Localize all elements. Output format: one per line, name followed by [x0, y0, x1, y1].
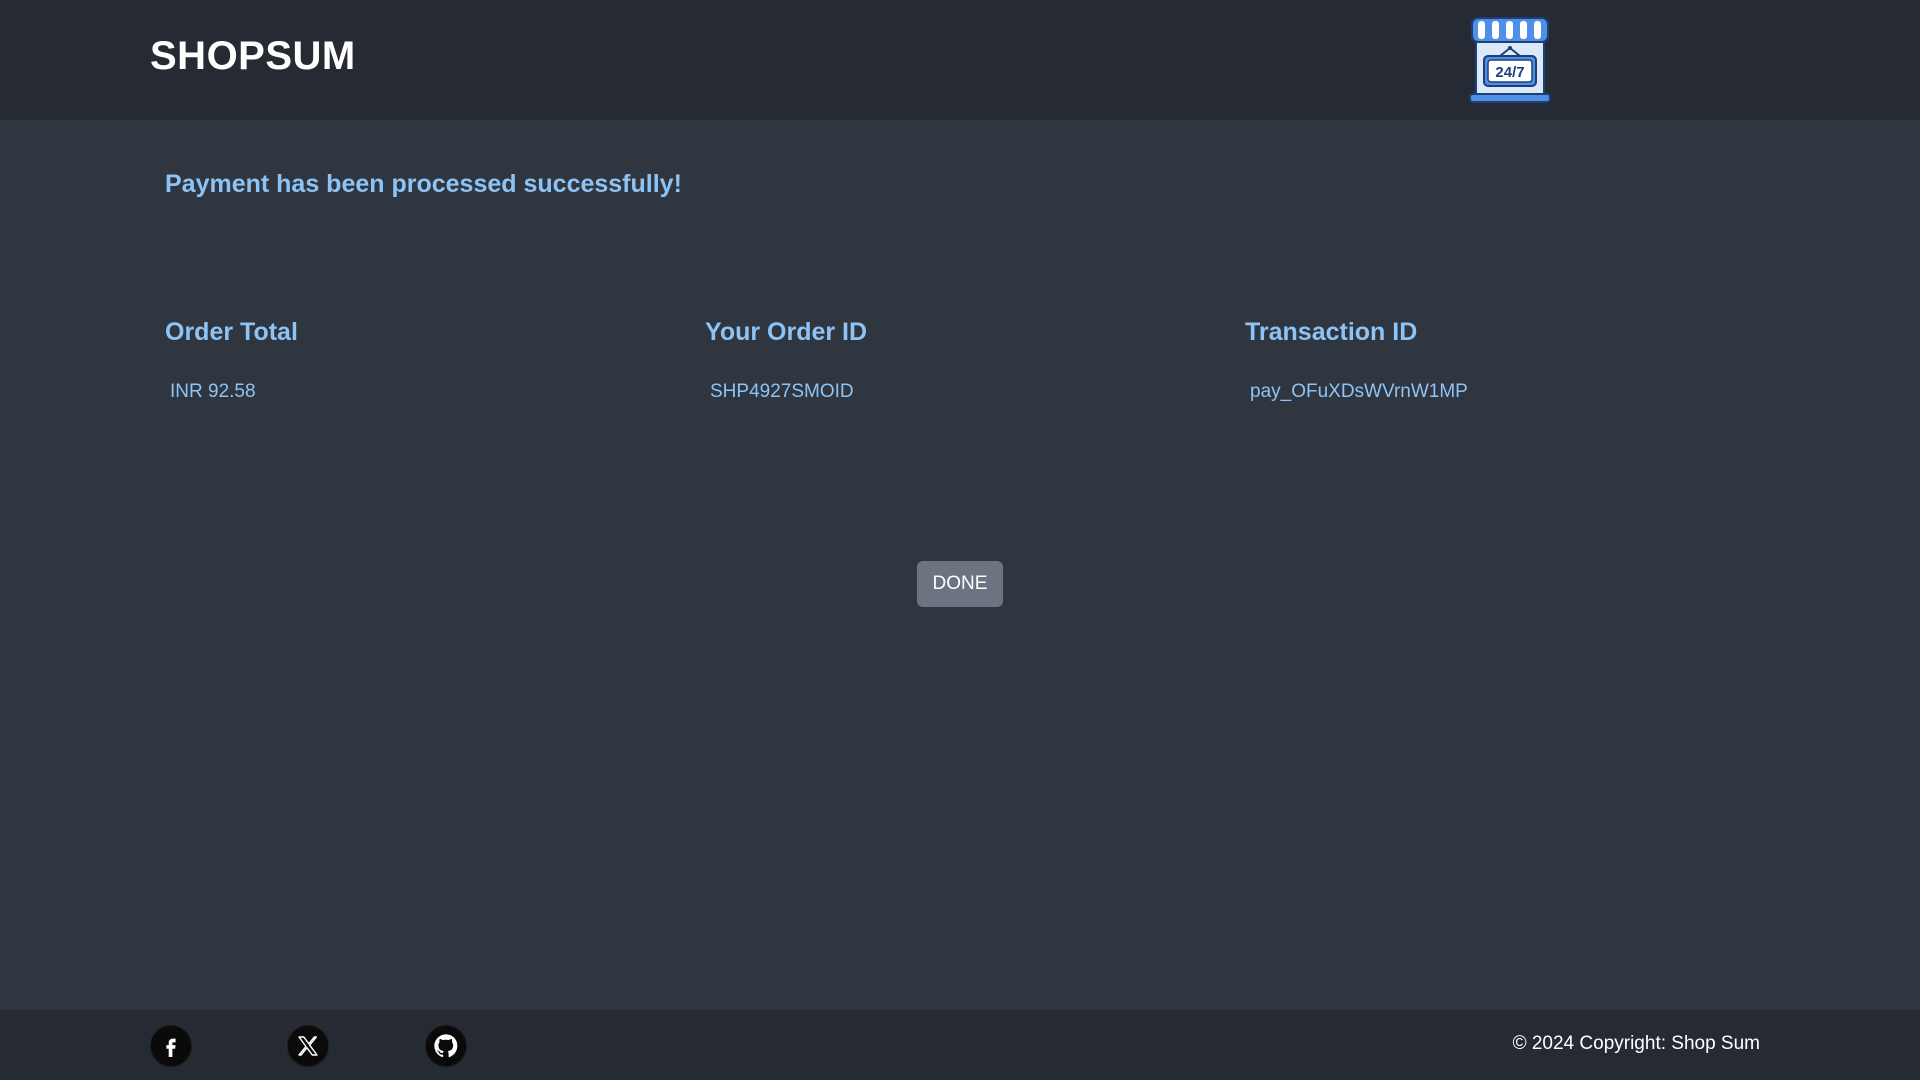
payment-confirmation: Payment has been processed successfully!…	[0, 120, 1920, 1010]
page: SHOPSUM 24/7 Payment has been processed …	[0, 0, 1920, 1080]
order-total-title: Order Total	[165, 318, 298, 346]
footer: © 2024 Copyright: Shop Sum	[0, 1010, 1920, 1080]
facebook-link[interactable]	[150, 1025, 192, 1067]
x-link[interactable]	[287, 1025, 329, 1067]
github-link[interactable]	[425, 1025, 467, 1067]
brand-name[interactable]: SHOPSUM	[150, 34, 356, 79]
copyright-text: © 2024 Copyright: Shop Sum	[1512, 1033, 1760, 1054]
storefront-24-7-icon[interactable]: 24/7	[1468, 16, 1552, 104]
order-id-section: Your Order ID SHP4927SMOID	[705, 318, 1225, 403]
transaction-id-value: pay_OFuXDsWVrnW1MP	[1250, 381, 1468, 402]
svg-text:24/7: 24/7	[1495, 64, 1524, 81]
x-twitter-icon	[298, 1036, 318, 1056]
order-total-section: Order Total INR 92.58	[165, 318, 685, 403]
order-id-title: Your Order ID	[705, 318, 868, 346]
order-id-value: SHP4927SMOID	[710, 381, 854, 402]
facebook-icon	[166, 1038, 176, 1057]
transaction-id-section: Transaction ID pay_OFuXDsWVrnW1MP	[1245, 318, 1765, 403]
success-message: Payment has been processed successfully!	[165, 170, 682, 198]
order-total-value: INR 92.58	[170, 381, 256, 402]
github-icon	[434, 1034, 458, 1058]
done-button[interactable]: DONE	[917, 561, 1003, 607]
transaction-id-title: Transaction ID	[1245, 318, 1418, 346]
top-navbar: SHOPSUM 24/7	[0, 0, 1920, 120]
